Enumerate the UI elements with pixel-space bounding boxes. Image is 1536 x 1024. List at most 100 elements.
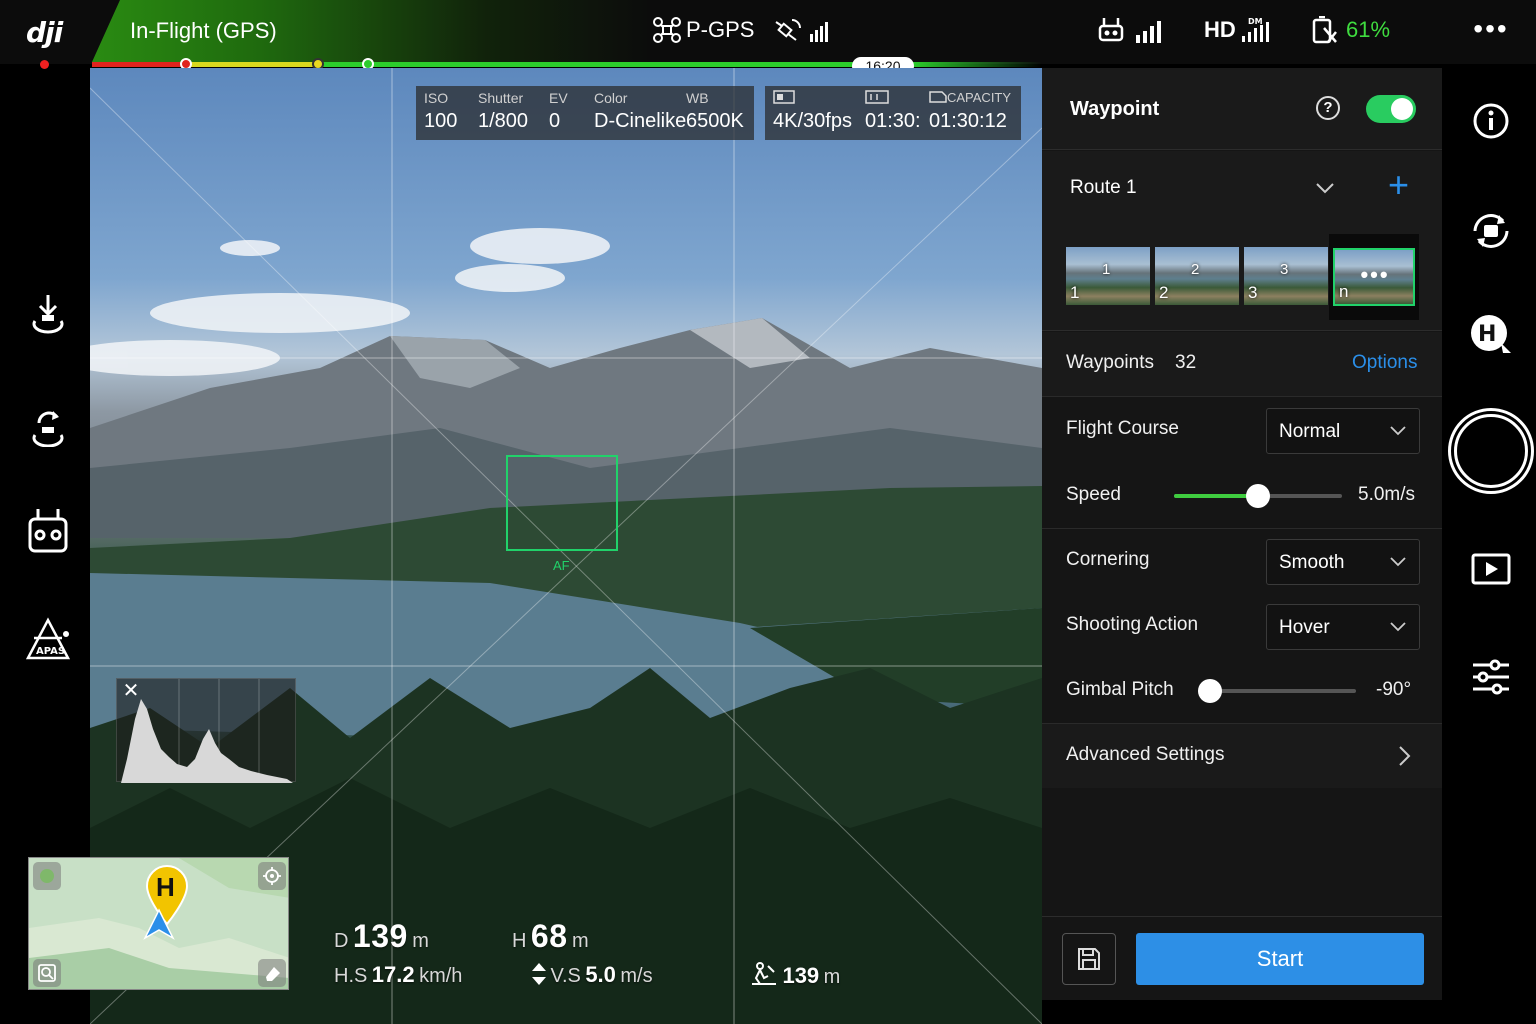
- status-dot: [40, 60, 49, 69]
- af-label: AF: [553, 558, 570, 573]
- speed-row: Speed 5.0m/s: [1042, 464, 1442, 528]
- mini-map[interactable]: H: [28, 857, 289, 990]
- playback-button[interactable]: [1466, 544, 1516, 594]
- apas-button[interactable]: APAS: [20, 610, 76, 666]
- flight-course-dropdown[interactable]: Normal: [1266, 408, 1420, 454]
- home-point-icon: H: [1471, 315, 1511, 353]
- rc-signal-indicator[interactable]: [1096, 16, 1166, 44]
- info-button[interactable]: [1466, 96, 1516, 146]
- svg-text:DM: DM: [1248, 17, 1263, 26]
- distance-readout: D 139 m: [334, 918, 429, 954]
- gimbal-pitch-row: Gimbal Pitch -90°: [1042, 659, 1442, 723]
- gps-mode-label: P-GPS: [686, 17, 755, 42]
- exposure-settings-panel[interactable]: ISO 100 Shutter 1/800 EV 0 Color D-Cinel…: [416, 86, 754, 140]
- video-format-icon: [773, 90, 795, 107]
- camera-switch-icon: [1473, 214, 1509, 248]
- sd-card-icon: [929, 91, 947, 103]
- gimbal-pitch-value: -90°: [1376, 679, 1412, 700]
- recording-time-icon: [865, 90, 889, 107]
- apas-icon: APAS: [25, 617, 71, 660]
- advanced-settings-row[interactable]: Advanced Settings: [1042, 724, 1442, 788]
- flight-mode-indicator[interactable]: P-GPS: [652, 16, 754, 44]
- waypoint-thumbnail-more[interactable]: ••• n: [1333, 248, 1415, 306]
- wb-value: 6500K: [686, 110, 744, 132]
- add-route-button[interactable]: +: [1388, 167, 1409, 203]
- chevron-down-icon: [1387, 419, 1409, 446]
- waypoints-label: Waypoints: [1066, 352, 1154, 373]
- settings-sliders-icon: [1473, 659, 1509, 695]
- battery-icon: [1312, 16, 1337, 44]
- home-marker-label: H: [156, 872, 175, 902]
- horizontal-speed-readout: H.S 17.2 km/h: [334, 962, 463, 987]
- zoom-icon: [38, 964, 56, 982]
- vertical-speed-value: 5.0: [585, 962, 616, 987]
- selected-thumbnail-frame: ••• n: [1329, 234, 1419, 320]
- divider: [1042, 396, 1442, 397]
- remote-controller-icon: [28, 509, 68, 553]
- iso-label: ISO: [424, 90, 449, 106]
- distance-value: 139: [352, 918, 408, 954]
- panel-title: Waypoint: [1070, 98, 1160, 120]
- help-icon[interactable]: ?: [1316, 96, 1340, 120]
- shutter-label: Shutter: [478, 90, 524, 106]
- controller-button[interactable]: [20, 502, 76, 558]
- height-value: 68: [530, 918, 568, 954]
- flight-course-label: Flight Course: [1066, 418, 1179, 439]
- chevron-down-icon[interactable]: [1314, 177, 1336, 204]
- waypoint-thumbnail-3[interactable]: 3 3: [1244, 247, 1328, 305]
- playback-icon: [1471, 553, 1511, 585]
- battery-indicator[interactable]: 61%: [1310, 16, 1390, 44]
- dji-logo[interactable]: dji: [26, 16, 63, 49]
- waypoints-count: 32: [1175, 352, 1197, 373]
- shooting-action-dropdown[interactable]: Hover: [1266, 604, 1420, 650]
- capacity-value: 01:30:12: [929, 110, 1007, 132]
- waypoint-thumbnail-2[interactable]: 2 2: [1155, 247, 1239, 305]
- flight-status[interactable]: In-Flight (GPS): [130, 18, 277, 44]
- video-format-value: 4K/30fps: [773, 110, 852, 132]
- histogram-close-button[interactable]: ✕: [120, 680, 142, 702]
- gps-signal-indicator[interactable]: [774, 16, 834, 51]
- chevron-right-icon: [1394, 744, 1414, 773]
- color-value: D-Cinelike: [594, 110, 687, 132]
- panel-footer: Start: [1042, 916, 1442, 1000]
- options-link[interactable]: Options: [1352, 352, 1417, 374]
- histogram[interactable]: [116, 678, 296, 783]
- vertical-speed-readout: V.S 5.0 m/s: [532, 962, 653, 988]
- route-selector[interactable]: Route 1 +: [1042, 151, 1442, 231]
- flight-course-row: Flight Course Normal: [1042, 398, 1442, 462]
- aircraft-arrow-icon: [143, 908, 175, 940]
- speed-value: 5.0m/s: [1358, 484, 1416, 505]
- battery-time-bar: [92, 62, 1042, 67]
- color-label: Color: [594, 90, 628, 106]
- shutter-button[interactable]: [1448, 408, 1534, 494]
- more-menu-button[interactable]: •••: [1466, 14, 1516, 50]
- speed-slider-handle[interactable]: [1246, 484, 1270, 508]
- start-button[interactable]: Start: [1136, 933, 1424, 985]
- home-distance-value: 139: [782, 963, 820, 988]
- iso-value: 100: [424, 110, 458, 132]
- video-link-indicator[interactable]: HD DM: [1204, 16, 1278, 44]
- settings-button[interactable]: [1466, 652, 1516, 702]
- drone-icon: [652, 16, 682, 44]
- map-layer-button[interactable]: [33, 862, 61, 890]
- save-route-button[interactable]: [1062, 933, 1116, 985]
- focus-box[interactable]: [506, 455, 618, 551]
- signal-bars-icon: [1136, 21, 1161, 43]
- shutter-value: 1/800: [478, 110, 529, 132]
- ev-label: EV: [549, 90, 568, 106]
- gimbal-pitch-slider-handle[interactable]: [1198, 679, 1222, 703]
- camera-switch-button[interactable]: [1466, 206, 1516, 256]
- waypoint-toggle[interactable]: [1366, 95, 1416, 123]
- waypoint-thumbnail-1[interactable]: 1 1: [1066, 247, 1150, 305]
- return-to-home-button[interactable]: [20, 396, 76, 452]
- map-clear-button[interactable]: [258, 959, 286, 987]
- map-zoom-button[interactable]: [33, 959, 61, 987]
- cornering-dropdown[interactable]: Smooth: [1266, 539, 1420, 585]
- cornering-row: Cornering Smooth: [1042, 529, 1442, 593]
- auto-takeoff-button[interactable]: [20, 286, 76, 342]
- map-locate-button[interactable]: [258, 862, 286, 890]
- controller-signal-icon: [1098, 18, 1124, 42]
- eraser-icon: [266, 967, 280, 981]
- storage-info-panel[interactable]: 4K/30fps 01:30: CAPACITY 01:30:12: [765, 86, 1021, 140]
- home-point-button[interactable]: H: [1466, 308, 1516, 358]
